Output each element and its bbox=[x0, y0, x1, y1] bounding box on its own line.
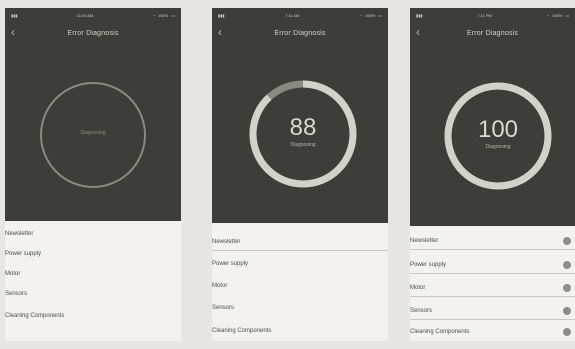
battery-percent: 100% bbox=[551, 12, 563, 18]
page-title: Error Diagnosis bbox=[466, 29, 519, 37]
list-item: Sensors bbox=[212, 305, 235, 311]
status-dot bbox=[563, 284, 571, 292]
gauge-label: Diagnosing bbox=[80, 130, 106, 136]
battery-icon: ▭ bbox=[378, 12, 382, 18]
list-item: Sensors bbox=[5, 291, 28, 297]
wifi-icon: ◔ bbox=[359, 12, 362, 18]
battery-percent: 100% bbox=[364, 12, 376, 18]
battery-icon: ▭ bbox=[171, 12, 175, 18]
chevron-left-icon[interactable]: ‹ bbox=[218, 26, 226, 38]
phone-screen-3: ▮▮▮ 7:11 PM ◔ 100% ▭ ‹ Error Diagnosis 1… bbox=[410, 8, 575, 341]
phone-screen-1: ▮▮▮ 11:00 AM ◔ 100% ▭ ‹ Error Diagnosis … bbox=[5, 8, 181, 341]
battery-icon: ▭ bbox=[565, 12, 569, 18]
list-item: Newsletter bbox=[410, 232, 575, 250]
nav-bar: ‹ Error Diagnosis bbox=[212, 22, 388, 44]
list-item: Cleaning Components bbox=[5, 313, 65, 319]
wifi-icon: ◔ bbox=[546, 12, 549, 18]
chevron-left-icon[interactable]: ‹ bbox=[416, 26, 424, 38]
gauge-label: Diagnosing bbox=[485, 144, 511, 150]
signal-icon: ▮▮▮ bbox=[218, 12, 225, 18]
status-dot bbox=[563, 307, 571, 315]
status-dot bbox=[563, 261, 571, 269]
signal-icon: ▮▮▮ bbox=[416, 12, 423, 18]
status-dot bbox=[563, 328, 571, 336]
status-time: 7:11 PM bbox=[477, 12, 492, 18]
status-dot bbox=[563, 237, 571, 245]
nav-bar: ‹ Error Diagnosis bbox=[5, 22, 181, 44]
component-checklist: Newsletter Power supply Motor Sensors Cl… bbox=[212, 223, 388, 341]
list-item: Motor bbox=[410, 279, 575, 297]
list-item: Sensors bbox=[410, 302, 575, 320]
nav-bar: ‹ Error Diagnosis bbox=[410, 22, 575, 44]
list-item: Newsletter bbox=[212, 233, 388, 251]
battery-percent: 100% bbox=[157, 12, 169, 18]
list-item: Power supply bbox=[5, 251, 42, 257]
diagnosis-gauge: 88 Diagnosing bbox=[247, 78, 359, 190]
status-time: 11:00 AM bbox=[76, 12, 94, 18]
list-item: Power supply bbox=[410, 256, 575, 274]
component-checklist: Newsletter Power supply Motor Sensors Cl… bbox=[5, 221, 181, 341]
diagnosis-panel: ▮▮▮ 7:11 PM ◔ 100% ▭ ‹ Error Diagnosis 1… bbox=[410, 8, 575, 226]
page-title: Error Diagnosis bbox=[274, 29, 326, 37]
status-bar: ▮▮▮ 11:00 AM ◔ 100% ▭ bbox=[5, 8, 181, 22]
gauge-value: 100 bbox=[477, 116, 519, 143]
wifi-icon: ◔ bbox=[152, 12, 155, 18]
chevron-left-icon[interactable]: ‹ bbox=[11, 26, 19, 38]
status-bar: ▮▮▮ 7:11 PM ◔ 100% ▭ bbox=[410, 8, 575, 22]
list-item: Cleaning Components bbox=[410, 323, 575, 341]
phone-screen-2: ▮▮▮ 7:11 AM ◔ 100% ▭ ‹ Error Diagnosis 8… bbox=[212, 8, 388, 341]
status-bar: ▮▮▮ 7:11 AM ◔ 100% ▭ bbox=[212, 8, 388, 22]
status-time: 7:11 AM bbox=[284, 12, 300, 18]
gauge-value: 88 bbox=[289, 114, 317, 141]
gauge-label: Diagnosing bbox=[290, 142, 316, 148]
list-item: Motor bbox=[212, 283, 228, 289]
component-checklist: Newsletter Power supply Motor Sensors Cl… bbox=[410, 226, 575, 341]
diagnosis-panel: ▮▮▮ 7:11 AM ◔ 100% ▭ ‹ Error Diagnosis 8… bbox=[212, 8, 388, 223]
list-item: Cleaning Components bbox=[212, 328, 272, 334]
diagnosis-panel: ▮▮▮ 11:00 AM ◔ 100% ▭ ‹ Error Diagnosis … bbox=[5, 8, 181, 221]
diagnosis-gauge: 100 Diagnosing bbox=[442, 80, 554, 192]
signal-icon: ▮▮▮ bbox=[11, 12, 18, 18]
list-item: Power supply bbox=[212, 261, 249, 267]
page-title: Error Diagnosis bbox=[67, 29, 119, 37]
diagnosis-gauge: Diagnosing bbox=[38, 80, 148, 190]
list-item: Newsletter bbox=[5, 231, 34, 237]
list-item: Motor bbox=[5, 271, 21, 277]
